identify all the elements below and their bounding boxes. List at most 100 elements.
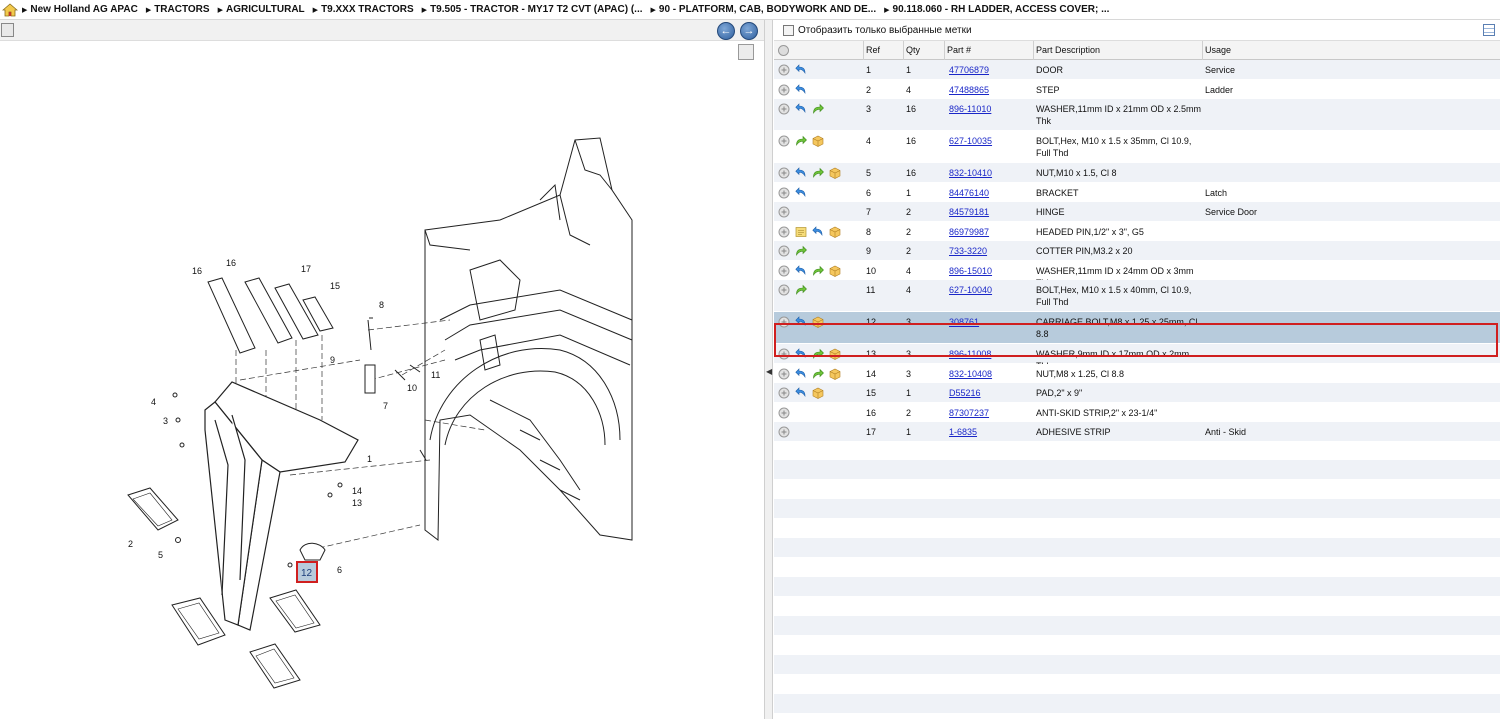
table-row[interactable]: 5 16 832-10410 NUT,M10 x 1.5, Cl 8 — [774, 163, 1500, 183]
replacement-arrow-icon[interactable] — [812, 265, 824, 277]
callout-label[interactable]: 4 — [151, 397, 156, 407]
back-button[interactable]: ← — [717, 22, 735, 40]
callout-label[interactable]: 2 — [128, 539, 133, 549]
part-number-link[interactable]: 87307237 — [949, 407, 989, 419]
table-row[interactable]: 2 4 47488865 STEP Ladder — [774, 79, 1500, 99]
part-number-link[interactable]: 84476140 — [949, 187, 989, 199]
table-row[interactable]: 14 3 832-10408 NUT,M8 x 1.25, Cl 8.8 — [774, 363, 1500, 383]
add-icon[interactable] — [778, 64, 790, 76]
callout-label[interactable]: 7 — [383, 401, 388, 411]
callout-label[interactable]: 6 — [337, 565, 342, 575]
export-icon[interactable] — [1, 23, 14, 37]
replacement-arrow-icon[interactable] — [812, 103, 824, 115]
table-row[interactable]: 8 2 86979987 HEADED PIN,1/2" x 3", G5 — [774, 221, 1500, 241]
replacement-arrow-icon[interactable] — [795, 245, 807, 257]
part-number-link[interactable]: 832-10410 — [949, 167, 992, 179]
part-number-link[interactable]: 733-3220 — [949, 245, 987, 257]
replacement-arrow-icon[interactable] — [795, 135, 807, 147]
callout-label[interactable]: 17 — [301, 264, 311, 274]
revision-arrow-icon[interactable] — [795, 167, 807, 179]
add-icon[interactable] — [778, 226, 790, 238]
add-icon[interactable] — [778, 167, 790, 179]
part-number-link[interactable]: 627-10035 — [949, 135, 992, 147]
table-row[interactable]: 11 4 627-10040 BOLT,Hex, M10 x 1.5 x 40mm, … — [774, 280, 1500, 312]
revision-arrow-icon[interactable] — [795, 103, 807, 115]
replacement-arrow-icon[interactable] — [812, 368, 824, 380]
part-number-link[interactable]: 896-11010 — [949, 103, 991, 115]
table-row[interactable]: 4 16 627-10035 BOLT,Hex, M10 x 1.5 x 35mm, … — [774, 131, 1500, 163]
callout-label[interactable]: 3 — [163, 416, 168, 426]
collapse-arrow-icon[interactable]: ◀ — [766, 365, 772, 379]
revision-arrow-icon[interactable] — [795, 387, 807, 399]
breadcrumb-item[interactable]: ▶ T9.505 - TRACTOR - MY17 T2 CVT (APAC) (… — [422, 4, 643, 15]
add-icon[interactable] — [778, 206, 790, 218]
breadcrumb-item[interactable]: ▶ AGRICULTURAL — [218, 4, 305, 15]
package-icon[interactable] — [829, 167, 841, 179]
table-row[interactable]: 9 2 733-3220 COTTER PIN,M3.2 x 20 — [774, 241, 1500, 261]
add-icon[interactable] — [778, 426, 790, 438]
callout-label[interactable]: 5 — [158, 550, 163, 560]
part-number-link[interactable]: 896-15010 — [949, 265, 992, 277]
callout-label[interactable]: 1 — [367, 454, 372, 464]
column-header-usage[interactable]: Usage — [1202, 41, 1500, 60]
add-icon[interactable] — [778, 368, 790, 380]
table-row[interactable]: 3 16 896-11010 WASHER,11mm ID x 21mm OD x 2… — [774, 99, 1500, 131]
part-number-link[interactable]: 86979987 — [949, 226, 989, 238]
callout-label[interactable]: 8 — [379, 300, 384, 310]
add-icon[interactable] — [778, 265, 790, 277]
callout-label-selected[interactable]: 12 — [301, 568, 313, 579]
breadcrumb-item[interactable]: ▶ T9.XXX TRACTORS — [313, 4, 414, 15]
callout-label[interactable]: 16 — [192, 266, 202, 276]
grid-view-icon[interactable] — [1483, 24, 1495, 36]
replacement-arrow-icon[interactable] — [795, 284, 807, 296]
package-icon[interactable] — [812, 135, 824, 147]
callout-label[interactable]: 15 — [330, 281, 340, 291]
note-icon[interactable] — [795, 226, 807, 238]
add-all-icon[interactable] — [778, 45, 789, 56]
column-header-description[interactable]: Part Description — [1033, 41, 1202, 60]
package-icon[interactable] — [812, 387, 824, 399]
forward-button[interactable]: → — [740, 22, 758, 40]
add-icon[interactable] — [778, 84, 790, 96]
package-icon[interactable] — [829, 265, 841, 277]
breadcrumb-item[interactable]: ▶ 90 - PLATFORM, CAB, BODYWORK AND DE... — [651, 4, 877, 15]
part-number-link[interactable]: 627-10040 — [949, 284, 992, 296]
package-icon[interactable] — [829, 226, 841, 238]
package-icon[interactable] — [829, 368, 841, 380]
breadcrumb-item[interactable]: ▶ TRACTORS — [146, 4, 210, 15]
callout-label[interactable]: 14 — [352, 486, 362, 496]
part-number-link[interactable]: 832-10408 — [949, 368, 992, 380]
table-row[interactable]: 17 1 1-6835 ADHESIVE STRIP Anti - Skid — [774, 422, 1500, 442]
part-number-link[interactable]: D55216 — [949, 387, 981, 399]
home-icon[interactable] — [2, 2, 18, 18]
part-number-link[interactable]: 84579181 — [949, 206, 989, 218]
revision-arrow-icon[interactable] — [795, 83, 807, 96]
breadcrumb-item[interactable]: ▶ 90.118.060 - RH LADDER, ACCESS COVER; .… — [884, 4, 1109, 15]
part-number-link[interactable]: 47488865 — [949, 84, 989, 96]
table-row[interactable]: 10 4 896-15010 WASHER,11mm ID x 24mm OD x 3… — [774, 260, 1500, 288]
add-icon[interactable] — [778, 407, 790, 419]
callout-label[interactable]: 10 — [407, 383, 417, 393]
pane-splitter[interactable]: ◀ — [764, 20, 773, 719]
column-header-qty[interactable]: Qty — [903, 41, 944, 60]
highlighted-callout[interactable]: 12 — [296, 561, 318, 583]
table-row[interactable]: 16 2 87307237 ANTI-SKID STRIP,2" x 23-1/4" — [774, 402, 1500, 422]
revision-arrow-icon[interactable] — [795, 264, 807, 277]
callout-label[interactable]: 13 — [352, 498, 362, 508]
revision-arrow-icon[interactable] — [795, 64, 807, 76]
part-number-link[interactable]: 1-6835 — [949, 426, 977, 438]
revision-arrow-icon[interactable] — [795, 186, 807, 199]
parts-diagram[interactable]: 16 16 17 15 8 9 10 11 7 4 3 1 14 13 2 5 … — [0, 42, 764, 719]
add-icon[interactable] — [778, 187, 790, 199]
table-row[interactable]: 15 1 D55216 PAD,2" x 9" — [774, 383, 1500, 403]
table-row[interactable]: 6 1 84476140 BRACKET Latch — [774, 182, 1500, 202]
add-icon[interactable] — [778, 387, 790, 399]
callout-label[interactable]: 16 — [226, 258, 236, 268]
breadcrumb-item[interactable]: ▶ New Holland AG APAC — [22, 4, 138, 15]
show-selected-only-checkbox[interactable] — [783, 24, 794, 36]
table-row[interactable]: 1 1 47706879 DOOR Service — [774, 60, 1500, 80]
part-number-link[interactable]: 47706879 — [949, 64, 989, 76]
callout-label[interactable]: 9 — [330, 355, 335, 365]
replacement-arrow-icon[interactable] — [812, 167, 824, 179]
column-header-ref[interactable]: Ref — [863, 41, 903, 60]
